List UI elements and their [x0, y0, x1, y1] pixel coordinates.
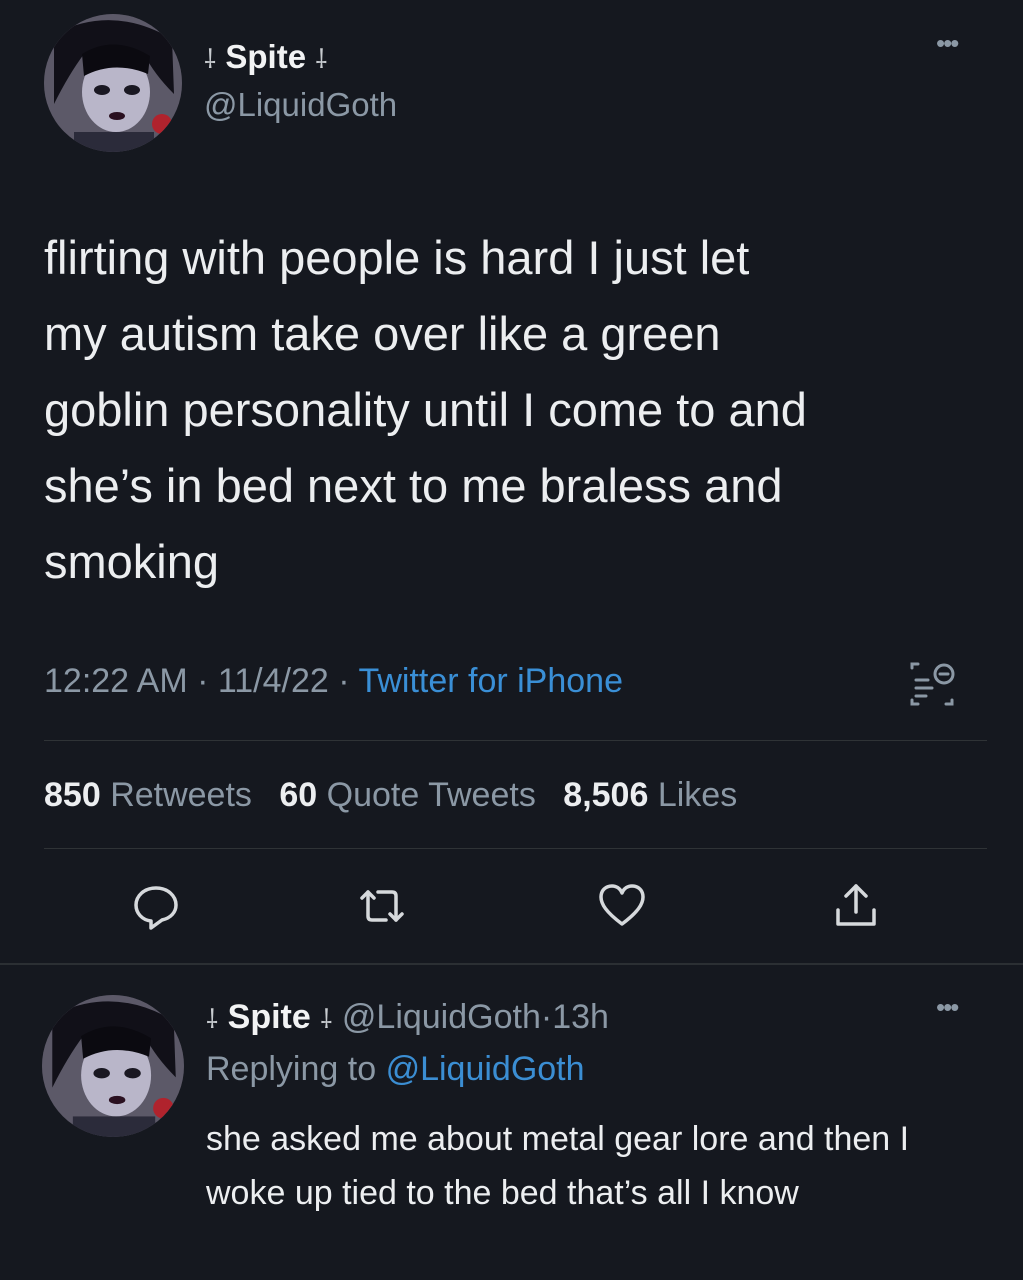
- tweet-time: 12:22 AM: [44, 662, 188, 700]
- replying-to-handle[interactable]: @LiquidGoth: [386, 1050, 585, 1088]
- retweets-stat[interactable]: 850 Retweets: [44, 776, 252, 814]
- display-name[interactable]: ⸸ Spite ⸸: [204, 38, 327, 76]
- separator: ·: [338, 662, 350, 700]
- share-icon[interactable]: [830, 880, 882, 932]
- tweet-stats: 850 Retweets 60 Quote Tweets 8,506 Likes: [44, 776, 737, 815]
- separator: ·: [197, 662, 209, 700]
- more-options-icon[interactable]: •••: [936, 992, 959, 1023]
- tweet-text: flirting with people is hard I just let …: [44, 231, 807, 588]
- analytics-icon[interactable]: [906, 660, 958, 708]
- likes-stat[interactable]: 8,506 Likes: [563, 776, 737, 814]
- reply-icon[interactable]: [130, 880, 182, 932]
- divider: [44, 740, 987, 741]
- reply-age: 13h: [552, 998, 609, 1036]
- avatar[interactable]: [42, 995, 184, 1137]
- replying-to-label: Replying to: [206, 1050, 377, 1088]
- more-options-icon[interactable]: •••: [936, 28, 959, 59]
- retweet-icon[interactable]: [356, 880, 408, 932]
- reply-header: ⸸ Spite ⸸ @LiquidGoth·13h: [206, 998, 609, 1037]
- divider: [0, 963, 1023, 965]
- display-name-text: Spite: [225, 38, 307, 75]
- tweet-source-link[interactable]: Twitter for iPhone: [358, 662, 623, 700]
- user-handle[interactable]: @LiquidGoth: [342, 998, 541, 1036]
- tweet-metadata: 12:22 AM · 11/4/22 · Twitter for iPhone: [44, 662, 623, 701]
- separator: ·: [540, 998, 553, 1036]
- like-icon[interactable]: [596, 880, 648, 932]
- inverted-cross-icon: ⸸: [315, 44, 328, 74]
- inverted-cross-icon: ⸸: [204, 44, 217, 74]
- avatar[interactable]: [44, 14, 182, 152]
- display-name[interactable]: ⸸ Spite ⸸: [206, 998, 332, 1036]
- user-handle[interactable]: @LiquidGoth: [204, 86, 397, 124]
- divider: [44, 848, 987, 849]
- reply-text: she asked me about metal gear lore and t…: [206, 1120, 910, 1212]
- quote-tweets-stat[interactable]: 60 Quote Tweets: [279, 776, 535, 814]
- replying-to: Replying to @LiquidGoth: [206, 1050, 585, 1089]
- tweet-date: 11/4/22: [217, 662, 329, 700]
